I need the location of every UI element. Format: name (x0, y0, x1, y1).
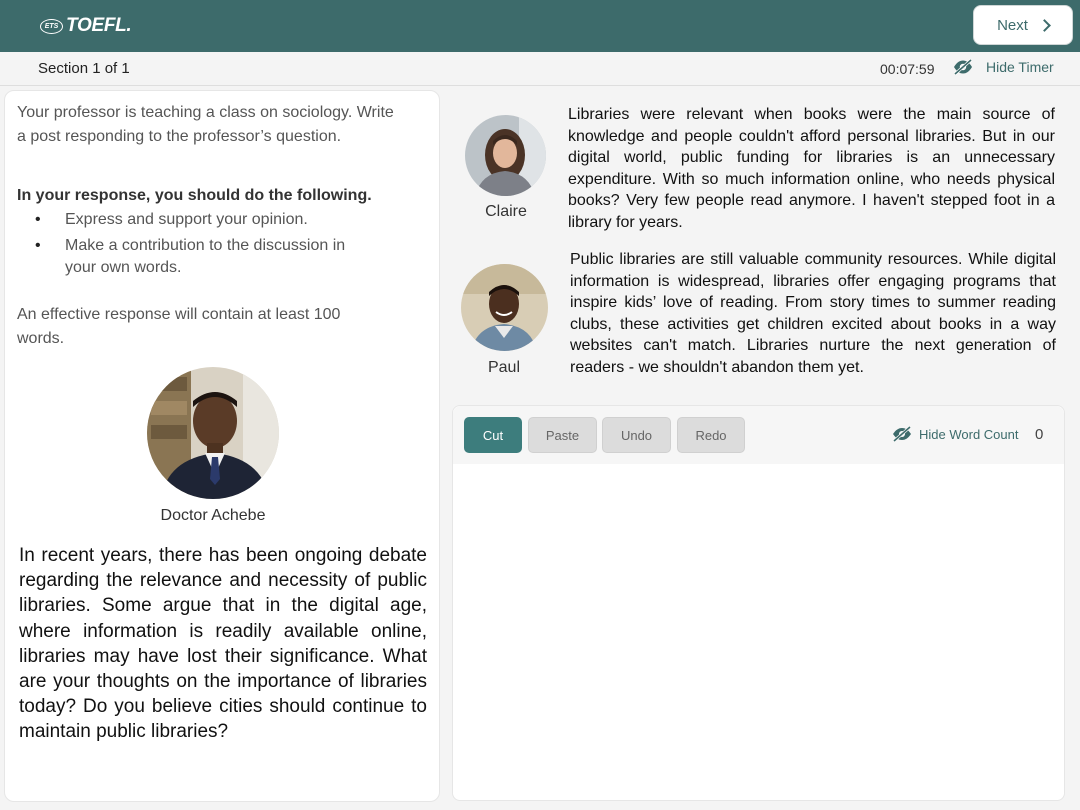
hide-timer-label: Hide Timer (986, 59, 1054, 75)
hide-word-count-label: Hide Word Count (919, 426, 1019, 442)
logo-text: TOEFL. (66, 15, 132, 36)
requirements-list: Express and support your opinion. Make a… (35, 209, 375, 283)
response-heading: In your response, you should do the foll… (17, 187, 372, 204)
undo-button[interactable]: Undo (602, 417, 671, 453)
section-bar: Section 1 of 1 00:07:59 Hide Timer (0, 52, 1080, 86)
top-bar: ETS TOEFL. Next (0, 0, 1080, 52)
professor-name: Doctor Achebe (160, 507, 266, 524)
hide-word-count-button[interactable]: Hide Word Count (891, 426, 1018, 442)
paul-name: Paul (487, 359, 521, 376)
task-instruction: Your professor is teaching a class on so… (17, 104, 394, 145)
next-button-label: Next (997, 16, 1028, 34)
word-count: 0 (1035, 426, 1044, 443)
paul-avatar (461, 264, 548, 351)
chevron-right-icon (1038, 18, 1051, 32)
claire-name: Claire (485, 203, 527, 220)
timer: 00:07:59 (880, 61, 935, 77)
toefl-logo: ETS TOEFL. (40, 15, 132, 37)
eye-slash-icon (893, 426, 911, 442)
list-item: Make a contribution to the discussion in… (35, 235, 375, 279)
paste-button[interactable]: Paste (528, 417, 597, 453)
professor-avatar (147, 367, 279, 499)
effective-response-note: An effective response will contain at le… (17, 306, 341, 347)
editor-toolbar: Cut Paste Undo Redo Hide Word Count 0 (453, 406, 1064, 464)
next-button[interactable]: Next (973, 5, 1073, 45)
response-textarea[interactable] (453, 464, 1064, 800)
professor-question: In recent years, there has been ongoing … (19, 545, 427, 743)
redo-button[interactable]: Redo (677, 417, 745, 453)
cut-button[interactable]: Cut (464, 417, 522, 453)
response-editor: Cut Paste Undo Redo Hide Word Count 0 (452, 405, 1065, 801)
claire-avatar (465, 115, 546, 196)
ets-badge: ETS (40, 18, 63, 34)
list-item: Express and support your opinion. (35, 209, 375, 231)
prompt-panel: Your professor is teaching a class on so… (4, 90, 440, 802)
paul-post: Public libraries are still valuable comm… (570, 251, 1056, 376)
hide-timer-button[interactable]: Hide Timer (952, 58, 1054, 76)
section-label: Section 1 of 1 (38, 60, 130, 77)
eye-slash-icon (954, 58, 972, 76)
claire-post: Libraries were relevant when books were … (568, 106, 1055, 231)
